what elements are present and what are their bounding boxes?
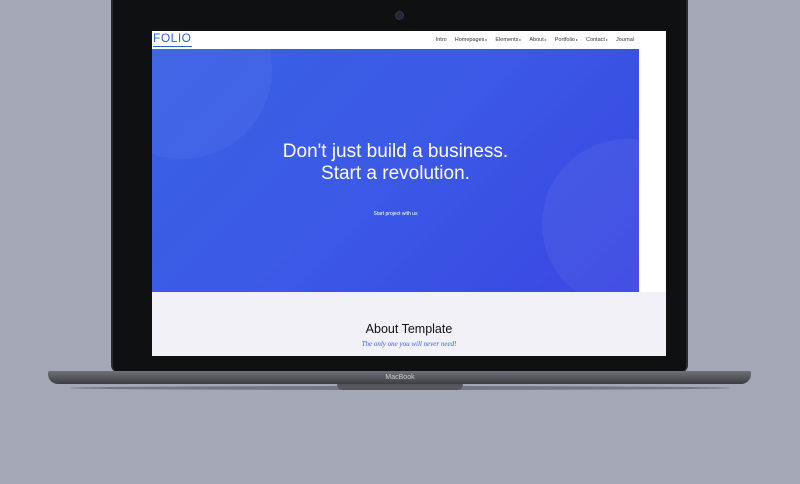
caret-right-icon: ▸ — [605, 37, 608, 42]
caret-right-icon: ▸ — [575, 37, 578, 42]
nav-item-label: Intro — [435, 37, 447, 43]
nav-item-label: Journal — [615, 37, 634, 43]
hero-title-line-2: Start a revolution. — [321, 163, 470, 184]
hero-title: Don't just build a business. Start a rev… — [152, 141, 639, 185]
site-logo[interactable]: FOLIO — [153, 32, 192, 47]
nav-item-contact[interactable]: Contact▸ — [586, 36, 608, 44]
hero-banner: Don't just build a business. Start a rev… — [152, 49, 639, 292]
about-section: About Template The only one you will nev… — [152, 292, 666, 356]
nav-item-homepages[interactable]: Homepages▸ — [455, 36, 488, 44]
laptop-hinge-notch — [337, 384, 463, 390]
hero-title-line-1: Don't just build a business. — [282, 141, 509, 162]
device-brand-label: MacBook — [385, 374, 415, 381]
nav-item-label: Elements — [495, 37, 519, 43]
about-subtitle: The only one you will never need! — [361, 340, 457, 348]
nav-item-label: Portfolio — [554, 37, 575, 43]
caret-right-icon: ▸ — [485, 37, 488, 42]
caret-right-icon: ▸ — [544, 37, 547, 42]
nav-item-label: Contact — [585, 37, 605, 43]
hero-side-margin — [639, 49, 666, 292]
top-navigation: FOLIO Intro Homepages▸ Elements▸ About▸ … — [152, 31, 666, 49]
start-project-link[interactable]: Start project with us — [152, 211, 639, 217]
caret-right-icon: ▸ — [519, 37, 522, 42]
nav-menu: Intro Homepages▸ Elements▸ About▸ Portfo… — [428, 36, 634, 44]
nav-item-about[interactable]: About▸ — [529, 36, 546, 44]
nav-item-label: Homepages — [454, 37, 485, 43]
nav-item-journal[interactable]: Journal — [616, 36, 634, 44]
nav-item-elements[interactable]: Elements▸ — [495, 36, 521, 44]
laptop-screen: FOLIO Intro Homepages▸ Elements▸ About▸ … — [152, 31, 666, 356]
nav-item-label: About — [529, 37, 544, 43]
webcam-icon — [395, 11, 404, 20]
about-title: About Template — [365, 322, 453, 336]
nav-item-portfolio[interactable]: Portfolio▸ — [555, 36, 578, 44]
nav-item-intro[interactable]: Intro — [436, 36, 447, 44]
